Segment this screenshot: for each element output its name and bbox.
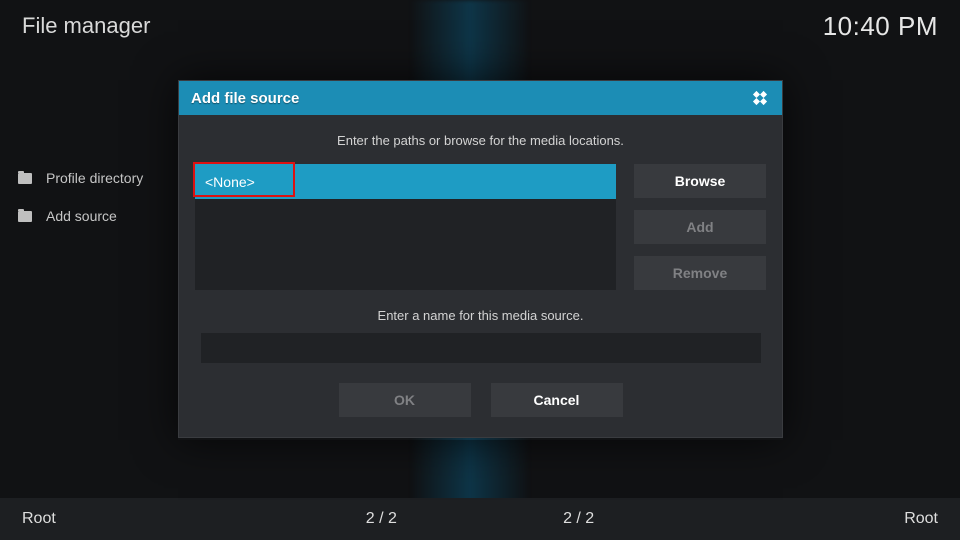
path-entry[interactable]: <None> [195,164,616,199]
sidebar-item-add-source[interactable]: Add source [18,208,143,224]
sidebar-item-label: Profile directory [46,170,143,186]
cancel-button[interactable]: Cancel [491,383,623,417]
kodi-logo-icon [750,88,770,108]
status-right-label: Root [904,510,938,528]
sidebar: Profile directory Add source [18,170,143,224]
dialog-title: Add file source [191,90,299,107]
paths-list[interactable]: <None> [195,164,616,290]
ok-button[interactable]: OK [339,383,471,417]
name-hint: Enter a name for this media source. [195,308,766,323]
status-left-count: 2 / 2 [366,510,397,528]
sidebar-item-label: Add source [46,208,117,224]
clock: 10:40 PM [823,11,938,42]
dialog-titlebar: Add file source [179,81,782,115]
status-bar: Root 2 / 2 2 / 2 Root [0,498,960,540]
add-button[interactable]: Add [634,210,766,244]
paths-row: <None> Browse Add Remove [195,164,766,290]
paths-hint: Enter the paths or browse for the media … [195,133,766,148]
header: File manager 10:40 PM [0,0,960,52]
browse-button[interactable]: Browse [634,164,766,198]
app-root: File manager 10:40 PM Profile directory … [0,0,960,540]
folder-icon [18,173,32,184]
status-right-count: 2 / 2 [563,510,594,528]
add-file-source-dialog: Add file source Enter the paths or brows… [178,80,783,438]
page-title: File manager [22,13,150,39]
dialog-body: Enter the paths or browse for the media … [179,115,782,437]
status-left-label: Root [22,510,56,528]
source-name-input[interactable] [201,333,761,363]
path-value: <None> [205,174,255,190]
sidebar-item-profile-directory[interactable]: Profile directory [18,170,143,186]
remove-button[interactable]: Remove [634,256,766,290]
dialog-actions: OK Cancel [195,383,766,417]
folder-icon [18,211,32,222]
path-buttons: Browse Add Remove [634,164,766,290]
